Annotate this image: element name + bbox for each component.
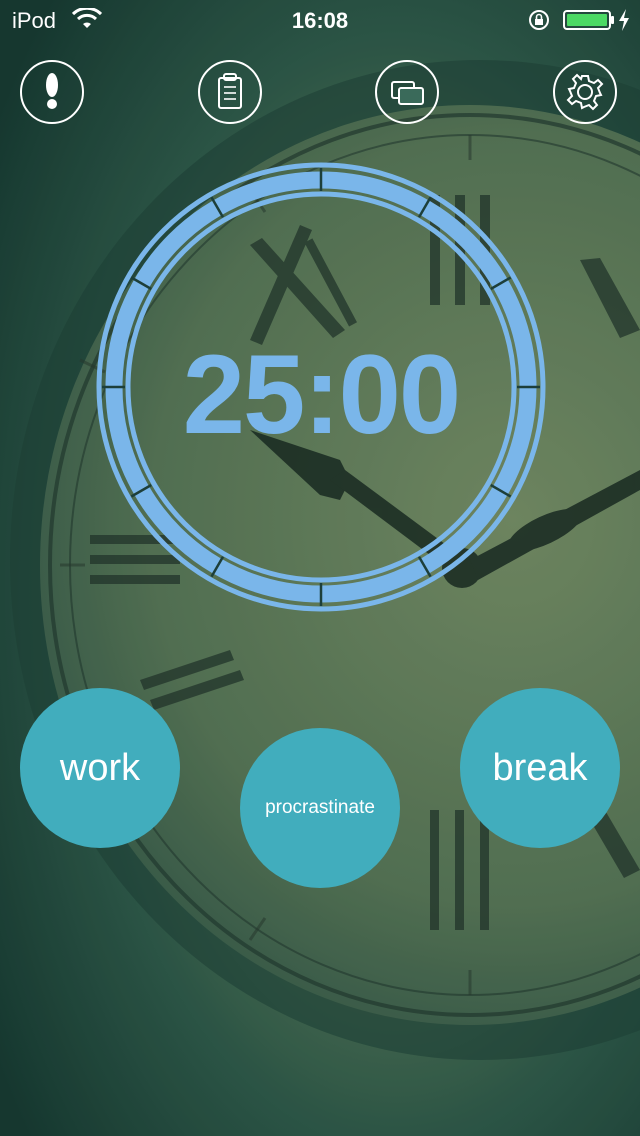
procrastinate-label: procrastinate [265, 797, 375, 818]
work-label: work [59, 746, 141, 789]
screens-icon [391, 81, 424, 105]
charging-icon [619, 9, 629, 31]
status-bar: iPod 16:08 [0, 0, 640, 40]
battery-icon [563, 10, 614, 30]
exclamation-icon [46, 73, 58, 109]
procrastinate-button[interactable]: procrastinate [240, 728, 400, 888]
timer-display: 25:00 [182, 332, 461, 457]
rotation-lock-icon [529, 10, 549, 30]
alert-button[interactable] [20, 60, 84, 124]
screens-button[interactable] [375, 60, 439, 124]
work-button[interactable]: work [20, 688, 180, 848]
task-list-button[interactable] [198, 60, 262, 124]
gear-icon [566, 73, 604, 111]
settings-button[interactable] [553, 60, 617, 124]
break-label: break [492, 746, 588, 789]
break-button[interactable]: break [460, 688, 620, 848]
clipboard-icon [218, 73, 242, 109]
